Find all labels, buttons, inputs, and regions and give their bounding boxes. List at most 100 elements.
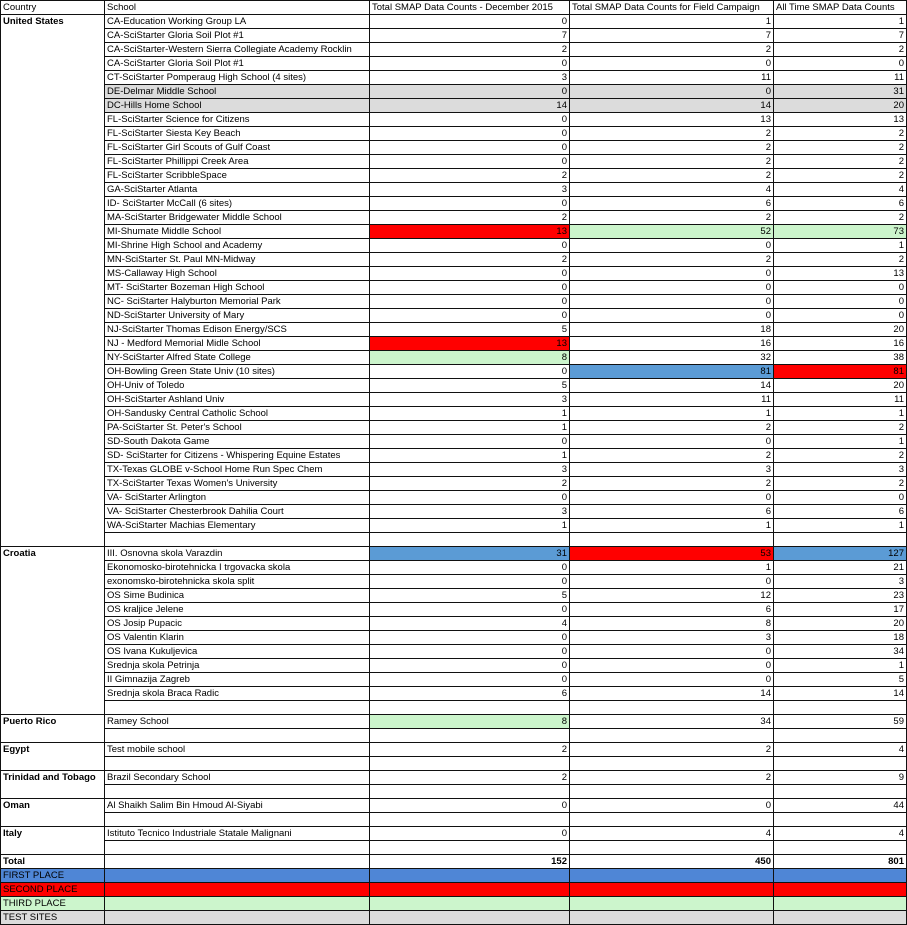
- country-cell: [0, 350, 105, 365]
- dec-2015-cell: [369, 756, 570, 771]
- legend-swatch: [773, 868, 907, 883]
- legend-swatch: [369, 882, 570, 897]
- country-cell: [0, 238, 105, 253]
- table-row: DE-Delmar Middle School 0 0 31: [0, 84, 907, 99]
- country-cell: [0, 490, 105, 505]
- field-campaign-cell: 7: [569, 28, 774, 43]
- table-row: CT-SciStarter Pomperaug High School (4 s…: [0, 70, 907, 85]
- field-campaign-cell: 52: [569, 224, 774, 239]
- table-row: SD-South Dakota Game 0 0 1: [0, 434, 907, 449]
- school-cell: [104, 756, 370, 771]
- dec-2015-cell: 3: [369, 392, 570, 407]
- dec-2015-cell: 5: [369, 322, 570, 337]
- all-time-cell: 20: [773, 616, 907, 631]
- all-time-cell: [773, 756, 907, 771]
- field-campaign-cell: 0: [569, 84, 774, 99]
- all-time-cell: 2: [773, 210, 907, 225]
- field-campaign-cell: 0: [569, 490, 774, 505]
- school-cell: WA-SciStarter Machias Elementary: [104, 518, 370, 533]
- field-campaign-cell: 1: [569, 14, 774, 29]
- field-campaign-cell: 6: [569, 504, 774, 519]
- table-row: MA-SciStarter Bridgewater Middle School 2…: [0, 210, 907, 225]
- country-cell: [0, 168, 105, 183]
- dec-2015-cell: 0: [369, 294, 570, 309]
- field-campaign-cell: 6: [569, 602, 774, 617]
- table-row: VA- SciStarter Chesterbrook Dahilia Cour…: [0, 504, 907, 519]
- legend-swatch: [104, 896, 370, 911]
- dec-2015-cell: 0: [369, 140, 570, 155]
- dec-2015-cell: 0: [369, 630, 570, 645]
- school-cell: [104, 784, 370, 799]
- table-row: FL-SciStarter Siesta Key Beach 0 2 2: [0, 126, 907, 141]
- all-time-cell: 2: [773, 126, 907, 141]
- table-row: Trinidad and Tobago Brazil Secondary Scho…: [0, 770, 907, 785]
- field-campaign-cell: 2: [569, 154, 774, 169]
- school-cell: [104, 840, 370, 855]
- field-campaign-cell: 2: [569, 210, 774, 225]
- dec-2015-cell: 2: [369, 168, 570, 183]
- country-cell: [0, 56, 105, 71]
- header-row: Country School Total SMAP Data Counts - …: [0, 0, 907, 15]
- all-time-cell: [773, 700, 907, 715]
- field-campaign-cell: 3: [569, 630, 774, 645]
- dec-2015-cell: 0: [369, 672, 570, 687]
- school-cell: SD-South Dakota Game: [104, 434, 370, 449]
- all-time-cell: 13: [773, 266, 907, 281]
- school-cell: Ekonomosko-birotehnicka I trgovacka skol…: [104, 560, 370, 575]
- field-campaign-cell: 2: [569, 420, 774, 435]
- field-campaign-cell: 0: [569, 658, 774, 673]
- all-time-cell: 34: [773, 644, 907, 659]
- field-campaign-cell: 18: [569, 322, 774, 337]
- dec-2015-cell: 1: [369, 448, 570, 463]
- table-row: NJ - Medford Memorial Midle School 13 16 16: [0, 336, 907, 351]
- table-body: Country School Total SMAP Data Counts - …: [0, 0, 907, 925]
- all-time-cell: 1: [773, 658, 907, 673]
- all-time-cell: 2: [773, 252, 907, 267]
- all-time-cell: 127: [773, 546, 907, 561]
- total-all-time: 801: [773, 854, 907, 869]
- all-time-cell: 44: [773, 798, 907, 813]
- field-campaign-cell: 1: [569, 406, 774, 421]
- school-cell: FL-SciStarter Phillippi Creek Area: [104, 154, 370, 169]
- table-row: DC-Hills Home School 14 14 20: [0, 98, 907, 113]
- all-time-cell: 2: [773, 168, 907, 183]
- country-cell: [0, 280, 105, 295]
- field-campaign-cell: 0: [569, 644, 774, 659]
- school-cell: [104, 728, 370, 743]
- school-cell: Al Shaikh Salim Bin Hmoud Al-Siyabi: [104, 798, 370, 813]
- country-cell: [0, 784, 105, 799]
- table-row: OS Josip Pupacic 4 8 20: [0, 616, 907, 631]
- field-campaign-cell: 11: [569, 70, 774, 85]
- school-cell: CA-SciStarter Gloria Soil Plot #1: [104, 28, 370, 43]
- all-time-cell: 3: [773, 574, 907, 589]
- dec-2015-cell: 0: [369, 644, 570, 659]
- country-cell: [0, 308, 105, 323]
- school-cell: ID- SciStarter McCall (6 sites): [104, 196, 370, 211]
- field-campaign-cell: 3: [569, 462, 774, 477]
- legend-swatch: [569, 896, 774, 911]
- field-campaign-cell: 8: [569, 616, 774, 631]
- spacer-row: [0, 784, 907, 799]
- spacer-row: [0, 840, 907, 855]
- school-cell: CT-SciStarter Pomperaug High School (4 s…: [104, 70, 370, 85]
- school-cell: OS Valentin Klarin: [104, 630, 370, 645]
- dec-2015-cell: 2: [369, 42, 570, 57]
- dec-2015-cell: 0: [369, 238, 570, 253]
- table-row: OH-Bowling Green State Univ (10 sites) 0 8…: [0, 364, 907, 379]
- all-time-cell: 2: [773, 42, 907, 57]
- all-time-cell: 1: [773, 406, 907, 421]
- field-campaign-cell: 2: [569, 252, 774, 267]
- dec-2015-cell: 13: [369, 224, 570, 239]
- table-row: OS Valentin Klarin 0 3 18: [0, 630, 907, 645]
- school-cell: CA-SciStarter-Western Sierra Collegiate …: [104, 42, 370, 57]
- total-row: Total 152 450 801: [0, 854, 907, 869]
- legend-swatch: [104, 882, 370, 897]
- country-cell: Italy: [0, 826, 105, 841]
- dec-2015-cell: [369, 728, 570, 743]
- table-row: MN-SciStarter St. Paul MN-Midway 2 2 2: [0, 252, 907, 267]
- field-campaign-cell: 0: [569, 56, 774, 71]
- dec-2015-cell: 3: [369, 70, 570, 85]
- dec-2015-cell: 3: [369, 462, 570, 477]
- table-row: exonomsko-birotehnicka skola split 0 0 3: [0, 574, 907, 589]
- country-cell: [0, 112, 105, 127]
